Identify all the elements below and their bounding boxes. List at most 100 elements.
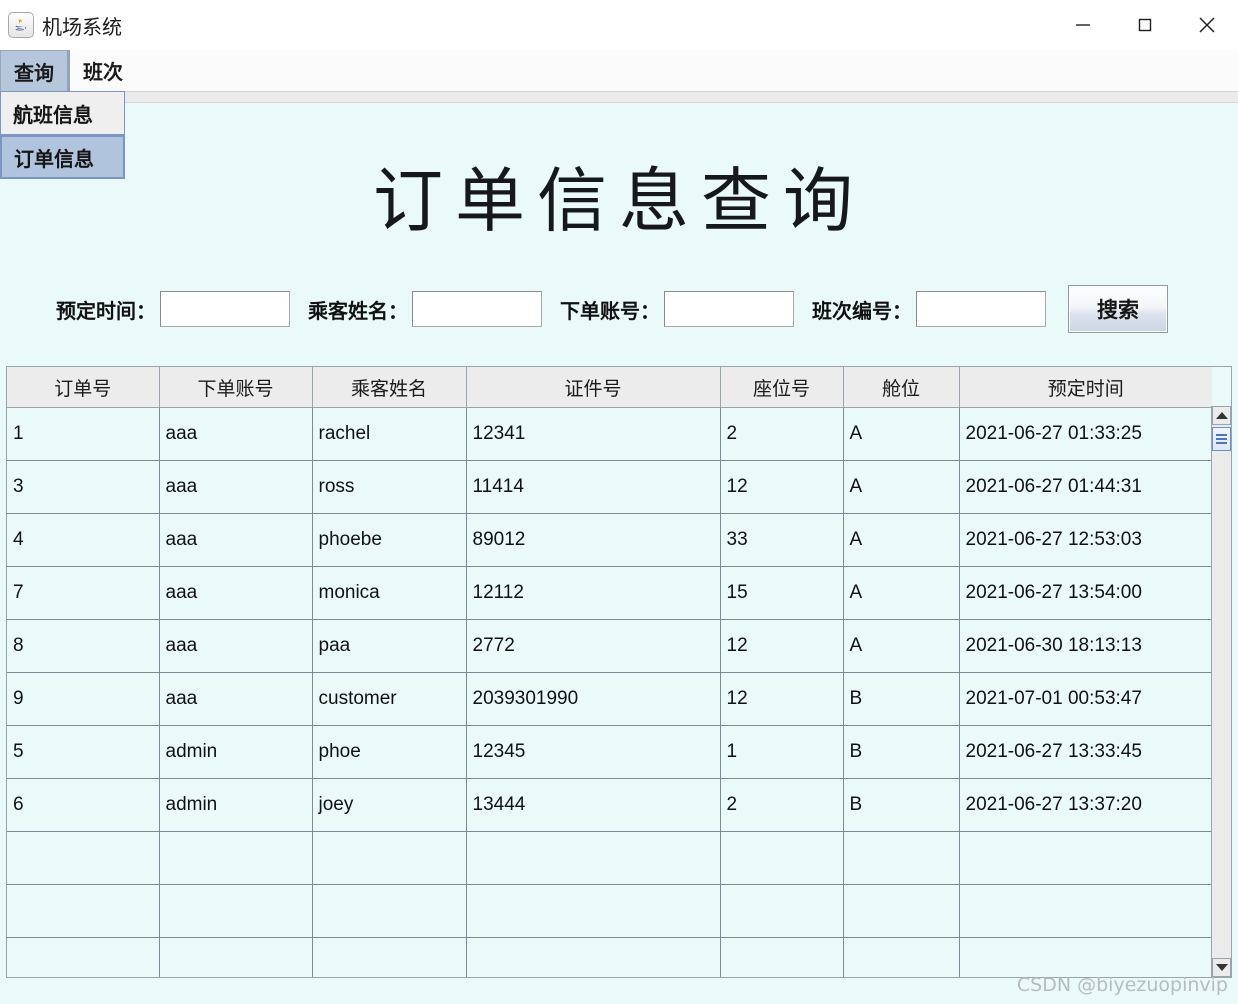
cell-id-number: 89012	[466, 513, 721, 567]
col-header-passenger-name[interactable]: 乘客姓名	[312, 367, 467, 408]
cell-cabin-class: A	[843, 407, 960, 461]
cell-seat-number	[720, 831, 844, 885]
search-input-passenger-name[interactable]	[412, 291, 542, 327]
cell-order-id	[7, 884, 160, 938]
cell-passenger-name: phoebe	[312, 513, 467, 567]
cell-seat-number: 12	[720, 460, 844, 514]
search-label-flight-number: 班次编号：	[812, 298, 912, 323]
cell-passenger-name	[312, 884, 467, 938]
cell-order-account: aaa	[159, 619, 313, 673]
cell-order-account: admin	[159, 725, 313, 779]
window-title: 机场系统	[42, 14, 122, 39]
scrollbar-thumb[interactable]	[1212, 427, 1231, 451]
cell-cabin-class: A	[843, 513, 960, 567]
table-row[interactable]: 8 aaa paa 2772 12 A 2021-06-30 18:13:13	[7, 619, 1212, 673]
table-row-empty[interactable]	[7, 831, 1212, 885]
menu-item-query-label: 查询	[14, 60, 54, 85]
table-row[interactable]: 3 aaa ross 11414 12 A 2021-06-27 01:44:3…	[7, 460, 1212, 514]
cell-booking-time: 2021-07-01 00:53:47	[959, 672, 1212, 726]
dropdown-item-flight-info-label: 航班信息	[13, 102, 93, 127]
search-bar: 预定时间： 乘客姓名： 下单账号： 班次编号： 搜索	[0, 284, 1238, 334]
cell-booking-time: 2021-06-27 01:33:25	[959, 407, 1212, 461]
cell-id-number: 13444	[466, 778, 721, 832]
search-label-booking-time: 预定时间：	[56, 298, 156, 323]
cell-cabin-class: B	[843, 778, 960, 832]
close-icon[interactable]	[1176, 0, 1238, 50]
cell-seat-number: 2	[720, 407, 844, 461]
menu-item-shifts[interactable]: 班次	[70, 50, 136, 91]
cell-seat-number: 12	[720, 672, 844, 726]
query-dropdown-menu: 航班信息 订单信息	[0, 91, 125, 179]
table-row[interactable]: 4 aaa phoebe 89012 33 A 2021-06-27 12:53…	[7, 513, 1212, 567]
table-row[interactable]: 1 aaa rachel 12341 2 A 2021-06-27 01:33:…	[7, 407, 1212, 461]
scroll-up-icon[interactable]	[1212, 406, 1231, 425]
window-titlebar: 机场系统	[0, 0, 1238, 51]
table-row[interactable]: 7 aaa monica 12112 15 A 2021-06-27 13:54…	[7, 566, 1212, 620]
cell-cabin-class	[843, 831, 960, 885]
cell-booking-time: 2021-06-27 13:33:45	[959, 725, 1212, 779]
search-input-order-account[interactable]	[664, 291, 794, 327]
cell-order-account: aaa	[159, 407, 313, 461]
col-header-id-number[interactable]: 证件号	[466, 367, 721, 408]
cell-passenger-name	[312, 831, 467, 885]
col-header-cabin-class[interactable]: 舱位	[843, 367, 960, 408]
cell-cabin-class: A	[843, 619, 960, 673]
dropdown-item-order-info[interactable]: 订单信息	[0, 135, 125, 179]
col-header-seat-number[interactable]: 座位号	[720, 367, 844, 408]
col-header-booking-time[interactable]: 预定时间	[959, 367, 1212, 408]
cell-booking-time: 2021-06-27 13:37:20	[959, 778, 1212, 832]
minimize-icon[interactable]	[1052, 0, 1114, 50]
cell-cabin-class: A	[843, 460, 960, 514]
cell-passenger-name: ross	[312, 460, 467, 514]
cell-id-number	[466, 884, 721, 938]
search-input-booking-time[interactable]	[160, 291, 290, 327]
cell-passenger-name: monica	[312, 566, 467, 620]
search-input-flight-number[interactable]	[916, 291, 1046, 327]
cell-cabin-class: B	[843, 725, 960, 779]
search-button[interactable]: 搜索	[1068, 285, 1168, 333]
col-header-order-id[interactable]: 订单号	[7, 367, 160, 408]
cell-id-number: 2039301990	[466, 672, 721, 726]
cell-booking-time: 2021-06-30 18:13:13	[959, 619, 1212, 673]
table-row[interactable]: 9 aaa customer 2039301990 12 B 2021-07-0…	[7, 672, 1212, 726]
table-row-empty[interactable]	[7, 937, 1212, 977]
cell-seat-number: 2	[720, 778, 844, 832]
cell-id-number	[466, 937, 721, 977]
cell-passenger-name: paa	[312, 619, 467, 673]
cell-order-id: 3	[7, 460, 160, 514]
cell-passenger-name: phoe	[312, 725, 467, 779]
dropdown-item-order-info-label: 订单信息	[14, 146, 94, 171]
cell-id-number: 11414	[466, 460, 721, 514]
cell-booking-time: 2021-06-27 12:53:03	[959, 513, 1212, 567]
cell-seat-number	[720, 884, 844, 938]
cell-cabin-class: A	[843, 566, 960, 620]
table-row[interactable]: 6 admin joey 13444 2 B 2021-06-27 13:37:…	[7, 778, 1212, 832]
cell-order-id: 6	[7, 778, 160, 832]
cell-order-account	[159, 937, 313, 977]
cell-booking-time: 2021-06-27 13:54:00	[959, 566, 1212, 620]
watermark: CSDN @biyezuopinvip	[1016, 974, 1228, 996]
menu-item-shifts-label: 班次	[83, 60, 123, 84]
dropdown-item-flight-info[interactable]: 航班信息	[0, 91, 125, 135]
table-vertical-scrollbar[interactable]	[1211, 406, 1231, 977]
cell-order-id	[7, 937, 160, 977]
cell-passenger-name: joey	[312, 778, 467, 832]
maximize-icon[interactable]	[1114, 0, 1176, 50]
orders-table-container: 订单号 下单账号 乘客姓名 证件号 座位号 舱位 预定时间 1 aaa rach…	[6, 366, 1232, 978]
cell-id-number: 12345	[466, 725, 721, 779]
menu-item-query[interactable]: 查询	[0, 50, 70, 91]
table-row[interactable]: 5 admin phoe 12345 1 B 2021-06-27 13:33:…	[7, 725, 1212, 779]
cell-passenger-name: rachel	[312, 407, 467, 461]
table-row-empty[interactable]	[7, 884, 1212, 938]
menubar-separator	[0, 91, 1238, 103]
col-header-order-account[interactable]: 下单账号	[159, 367, 313, 408]
cell-order-account: aaa	[159, 513, 313, 567]
cell-passenger-name: customer	[312, 672, 467, 726]
cell-order-account: admin	[159, 778, 313, 832]
cell-order-id: 1	[7, 407, 160, 461]
cell-cabin-class	[843, 937, 960, 977]
orders-table-header-row: 订单号 下单账号 乘客姓名 证件号 座位号 舱位 预定时间	[7, 367, 1212, 408]
menubar: 查询 班次	[0, 50, 1238, 91]
cell-cabin-class: B	[843, 672, 960, 726]
cell-booking-time: 2021-06-27 01:44:31	[959, 460, 1212, 514]
